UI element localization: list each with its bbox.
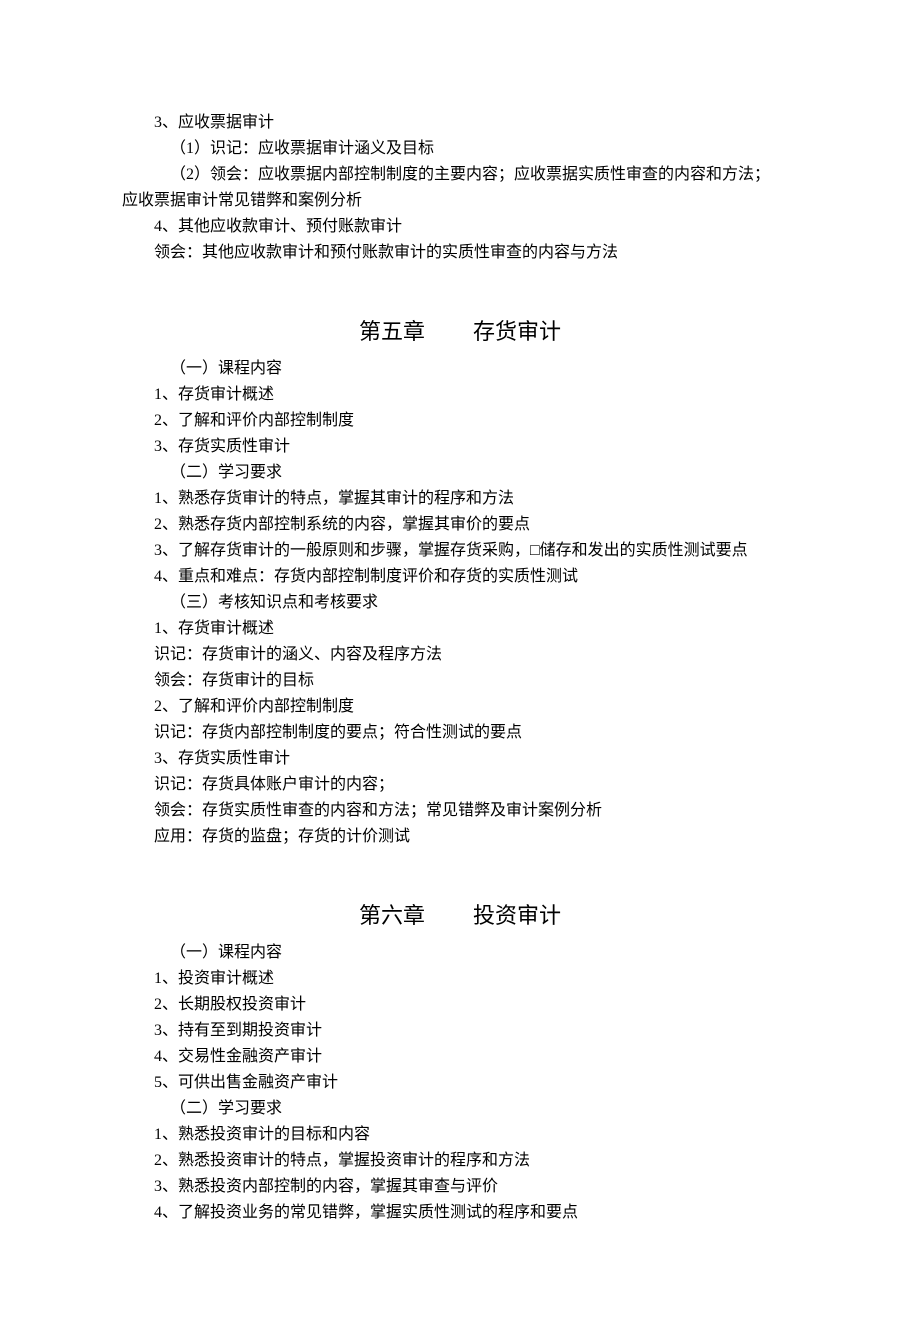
ch5-c6: 3、存货实质性审计: [90, 746, 830, 772]
chapter-5-heading: 第五章 存货审计: [90, 288, 830, 356]
intro-line-4: 应收票据审计常见错弊和案例分析: [90, 188, 830, 214]
ch5-b1: 1、熟悉存货审计的特点，掌握其审计的程序和方法: [90, 486, 830, 512]
ch5-c1: 1、存货审计概述: [90, 616, 830, 642]
ch5-section-1: （一）课程内容: [90, 356, 830, 382]
ch6-b4: 4、了解投资业务的常见错弊，掌握实质性测试的程序和要点: [90, 1200, 830, 1226]
ch6-a2: 2、长期股权投资审计: [90, 992, 830, 1018]
ch5-c8: 领会：存货实质性审查的内容和方法；常见错弊及审计案例分析: [90, 798, 830, 824]
ch5-section-3: （三）考核知识点和考核要求: [90, 590, 830, 616]
ch5-c4: 2、了解和评价内部控制制度: [90, 694, 830, 720]
ch5-c7: 识记：存货具体账户审计的内容；: [90, 772, 830, 798]
intro-line-1: 3、应收票据审计: [90, 110, 830, 136]
intro-line-6: 领会：其他应收款审计和预付账款审计的实质性审查的内容与方法: [90, 240, 830, 266]
ch6-a3: 3、持有至到期投资审计: [90, 1018, 830, 1044]
chapter-6-number: 第六章: [359, 900, 425, 932]
document-page: 3、应收票据审计 （1）识记：应收票据审计涵义及目标 （2）领会：应收票据内部控…: [0, 0, 920, 1336]
ch6-b3: 3、熟悉投资内部控制的内容，掌握其审查与评价: [90, 1174, 830, 1200]
ch5-a3: 3、存货实质性审计: [90, 434, 830, 460]
spacer: [90, 850, 830, 872]
ch6-a4: 4、交易性金融资产审计: [90, 1044, 830, 1070]
ch6-section-2: （二）学习要求: [90, 1096, 830, 1122]
chapter-5-number: 第五章: [359, 316, 425, 348]
ch6-a1: 1、投资审计概述: [90, 966, 830, 992]
chapter-5-title: 存货审计: [473, 319, 561, 344]
ch5-a2: 2、了解和评价内部控制制度: [90, 408, 830, 434]
ch5-b2: 2、熟悉存货内部控制系统的内容，掌握其审价的要点: [90, 512, 830, 538]
chapter-6-heading: 第六章 投资审计: [90, 872, 830, 940]
ch5-c9: 应用：存货的监盘；存货的计价测试: [90, 824, 830, 850]
chapter-6-title: 投资审计: [473, 903, 561, 928]
ch5-c5: 识记：存货内部控制制度的要点；符合性测试的要点: [90, 720, 830, 746]
ch6-b2: 2、熟悉投资审计的特点，掌握投资审计的程序和方法: [90, 1148, 830, 1174]
ch6-a5: 5、可供出售金融资产审计: [90, 1070, 830, 1096]
spacer: [90, 266, 830, 288]
ch5-c3: 领会：存货审计的目标: [90, 668, 830, 694]
intro-line-5: 4、其他应收款审计、预付账款审计: [90, 214, 830, 240]
intro-line-3: （2）领会：应收票据内部控制制度的主要内容；应收票据实质性审查的内容和方法；: [90, 162, 830, 188]
ch5-section-2: （二）学习要求: [90, 460, 830, 486]
ch5-b3: 3、了解存货审计的一般原则和步骤，掌握存货采购，□储存和发出的实质性测试要点: [90, 538, 830, 564]
intro-line-2: （1）识记：应收票据审计涵义及目标: [90, 136, 830, 162]
ch5-b4: 4、重点和难点：存货内部控制制度评价和存货的实质性测试: [90, 564, 830, 590]
ch6-b1: 1、熟悉投资审计的目标和内容: [90, 1122, 830, 1148]
ch6-section-1: （一）课程内容: [90, 940, 830, 966]
ch5-c2: 识记：存货审计的涵义、内容及程序方法: [90, 642, 830, 668]
ch5-a1: 1、存货审计概述: [90, 382, 830, 408]
